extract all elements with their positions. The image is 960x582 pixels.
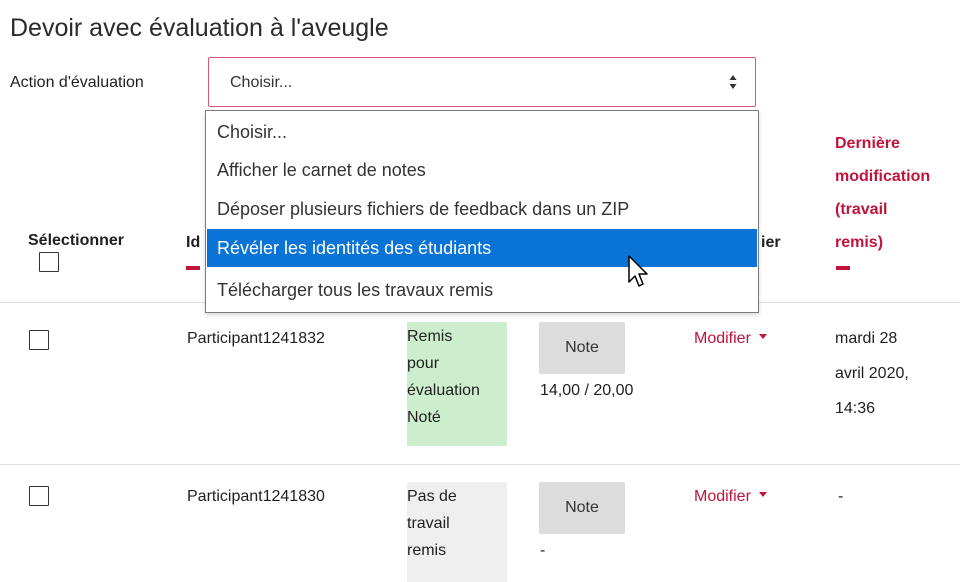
header-last-modified-line: Dernière bbox=[835, 135, 900, 152]
header-last-modified[interactable]: Dernière modification (travail remis) bbox=[835, 131, 930, 256]
grade-value: 14,00 / 20,00 bbox=[540, 382, 634, 399]
status-line: travail bbox=[407, 515, 450, 532]
grading-action-label: Action d'évaluation bbox=[10, 74, 144, 91]
grade-button[interactable]: Note bbox=[539, 322, 625, 374]
dropdown-option-highlighted[interactable]: Révéler les identités des étudiants bbox=[207, 229, 757, 267]
status-line: Noté bbox=[407, 409, 441, 426]
status-line: évaluation bbox=[407, 382, 480, 399]
sort-indicator-identity bbox=[186, 266, 200, 270]
dropdown-option[interactable]: Choisir... bbox=[207, 113, 757, 151]
sort-indicator-last-modified bbox=[836, 266, 850, 270]
caret-down-icon bbox=[758, 492, 767, 498]
header-edit[interactable]: ier bbox=[761, 230, 781, 256]
last-modified-line: 14:36 bbox=[835, 400, 876, 417]
header-select-all-checkbox[interactable] bbox=[39, 252, 59, 272]
header-last-modified-line: (travail bbox=[835, 201, 888, 218]
grading-action-selected-value: Choisir... bbox=[230, 74, 293, 91]
grade-button[interactable]: Note bbox=[539, 482, 625, 534]
mouse-pointer-icon bbox=[628, 255, 648, 287]
header-last-modified-line: remis) bbox=[835, 234, 884, 251]
header-select[interactable]: Sélectionner bbox=[28, 228, 124, 254]
status-line: remis bbox=[407, 542, 447, 559]
grading-action-select[interactable]: Choisir... bbox=[208, 57, 756, 107]
participant-name: Participant1241830 bbox=[187, 488, 325, 505]
last-modified-line: avril 2020, bbox=[835, 365, 909, 382]
header-identity[interactable]: Id bbox=[186, 230, 200, 256]
header-last-modified-line: modification bbox=[835, 168, 931, 185]
row-select-checkbox[interactable] bbox=[29, 486, 49, 506]
participant-name: Participant1241832 bbox=[187, 330, 325, 347]
status-line: pour bbox=[407, 355, 440, 372]
grade-value: - bbox=[540, 542, 546, 559]
last-modified-cell: - bbox=[838, 488, 844, 505]
row-divider bbox=[0, 464, 960, 465]
page-title: Devoir avec évaluation à l'aveugle bbox=[10, 14, 389, 42]
dropdown-option[interactable]: Afficher le carnet de notes bbox=[207, 151, 757, 189]
status-badge: Remis pour évaluation Noté bbox=[407, 322, 507, 446]
status-badge: Pas de travail remis bbox=[407, 482, 507, 582]
dropdown-option[interactable]: Déposer plusieurs fichiers de feedback d… bbox=[207, 190, 757, 228]
last-modified-line: mardi 28 bbox=[835, 330, 898, 347]
sort-arrows-icon bbox=[729, 75, 737, 89]
caret-down-icon bbox=[758, 334, 767, 340]
edit-menu-label: Modifier bbox=[694, 488, 751, 505]
status-line: Pas de bbox=[407, 488, 457, 505]
last-modified-cell: mardi 28 avril 2020, 14:36 bbox=[835, 327, 909, 421]
grading-action-dropdown[interactable]: Choisir... Afficher le carnet de notes D… bbox=[205, 110, 759, 313]
row-select-checkbox[interactable] bbox=[29, 330, 49, 350]
dropdown-option[interactable]: Télécharger tous les travaux remis bbox=[207, 271, 757, 309]
edit-menu-link[interactable]: Modifier bbox=[694, 485, 767, 509]
status-line: Remis bbox=[407, 328, 453, 345]
edit-menu-link[interactable]: Modifier bbox=[694, 327, 767, 351]
edit-menu-label: Modifier bbox=[694, 330, 751, 347]
